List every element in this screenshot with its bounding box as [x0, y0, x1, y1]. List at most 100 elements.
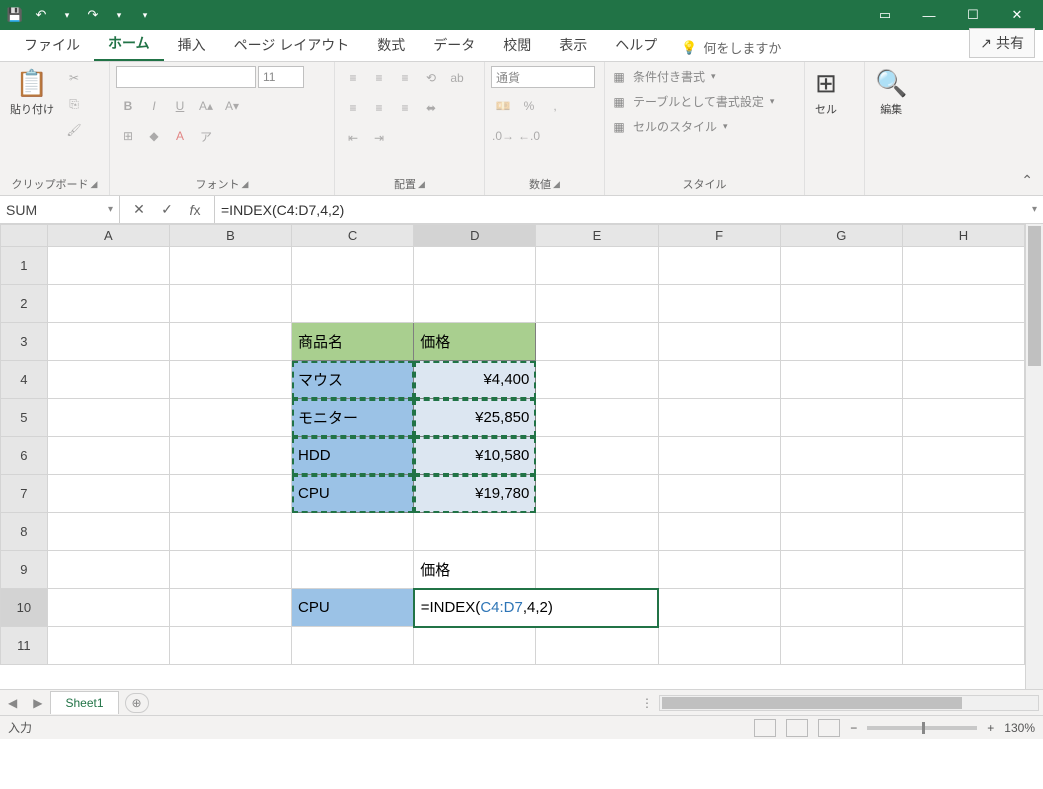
bold-button[interactable]: B [116, 94, 140, 118]
format-as-table-button[interactable]: ▦テーブルとして書式設定▾ [611, 91, 774, 112]
chevron-down-icon[interactable]: ▾ [108, 204, 113, 215]
zoom-level[interactable]: 130% [1004, 721, 1035, 735]
paste-button[interactable]: 📋貼り付け [6, 66, 58, 119]
zoom-out-icon[interactable]: − [850, 721, 857, 735]
comma-icon[interactable]: , [543, 94, 567, 118]
borders-button[interactable]: ⊞ [116, 124, 140, 148]
row-header[interactable]: 10 [1, 589, 48, 627]
formula-bar[interactable]: =INDEX(C4:D7,4,2)▾ [215, 196, 1043, 223]
col-header-e[interactable]: E [536, 225, 658, 247]
align-middle-icon[interactable]: ≡ [367, 66, 391, 90]
copy-icon[interactable]: ⎘ [62, 92, 86, 116]
dialog-launcher-icon[interactable]: ◢ [418, 179, 425, 190]
ribbon-options-icon[interactable]: ▭ [865, 1, 905, 29]
percent-icon[interactable]: % [517, 94, 541, 118]
confirm-edit-icon[interactable]: ✓ [156, 201, 178, 218]
dialog-launcher-icon[interactable]: ◢ [553, 179, 560, 190]
select-all-corner[interactable] [1, 225, 48, 247]
align-bottom-icon[interactable]: ≡ [393, 66, 417, 90]
page-break-view-icon[interactable] [818, 719, 840, 737]
cell-c6[interactable]: HDD [292, 437, 414, 475]
tab-review[interactable]: 校閲 [489, 29, 545, 61]
tab-view[interactable]: 表示 [545, 29, 601, 61]
wrap-text-icon[interactable]: ab [445, 66, 469, 90]
col-header-b[interactable]: B [169, 225, 291, 247]
cell-c3[interactable]: 商品名 [292, 323, 414, 361]
share-button[interactable]: ↗共有 [969, 28, 1035, 58]
cell-d3[interactable]: 価格 [414, 323, 536, 361]
qat-customize-icon[interactable]: ▾ [136, 6, 154, 24]
fx-icon[interactable]: fx [184, 202, 206, 218]
col-header-d[interactable]: D [414, 225, 536, 247]
grid[interactable]: A B C D E F G H 1 2 3商品名価格 4マウス¥4,400 5モ… [0, 224, 1025, 689]
cell-c5[interactable]: モニター [292, 399, 414, 437]
row-header[interactable]: 3 [1, 323, 48, 361]
cell-d7[interactable]: ¥19,780 [414, 475, 536, 513]
format-painter-icon[interactable]: 🖌 [62, 118, 86, 142]
row-header[interactable]: 11 [1, 627, 48, 665]
sheet-nav-prev-icon[interactable]: ◀ [0, 696, 25, 710]
row-header[interactable]: 7 [1, 475, 48, 513]
cell-d5[interactable]: ¥25,850 [414, 399, 536, 437]
zoom-in-icon[interactable]: + [987, 721, 994, 735]
row-header[interactable]: 8 [1, 513, 48, 551]
vertical-scrollbar[interactable] [1025, 224, 1043, 689]
undo-dropdown-icon[interactable]: ▾ [58, 6, 76, 24]
cell-d6[interactable]: ¥10,580 [414, 437, 536, 475]
sheet-tab[interactable]: Sheet1 [50, 691, 118, 714]
tab-home[interactable]: ホーム [94, 27, 164, 61]
name-box[interactable]: SUM▾ [0, 196, 120, 223]
align-center-icon[interactable]: ≡ [367, 96, 391, 120]
cells-button[interactable]: ⊞セル [811, 66, 841, 119]
increase-indent-icon[interactable]: ⇥ [367, 126, 391, 150]
fill-color-button[interactable]: ◆ [142, 124, 166, 148]
cut-icon[interactable]: ✂ [62, 66, 86, 90]
save-icon[interactable]: 💾 [6, 6, 24, 24]
col-header-c[interactable]: C [292, 225, 414, 247]
tab-file[interactable]: ファイル [10, 29, 94, 61]
cell-c4[interactable]: マウス [292, 361, 414, 399]
conditional-formatting-button[interactable]: ▦条件付き書式▾ [611, 66, 716, 87]
increase-decimal-icon[interactable]: .0→ [491, 124, 515, 148]
tab-page-layout[interactable]: ページ レイアウト [220, 29, 364, 61]
font-size-combo[interactable]: 11 [258, 66, 304, 88]
font-color-button[interactable]: A [168, 124, 192, 148]
close-icon[interactable]: ✕ [997, 1, 1037, 29]
accounting-format-icon[interactable]: 💴 [491, 94, 515, 118]
page-layout-view-icon[interactable] [786, 719, 808, 737]
tab-help[interactable]: ヘルプ [601, 29, 671, 61]
align-left-icon[interactable]: ≡ [341, 96, 365, 120]
shrink-font-button[interactable]: A▾ [220, 94, 244, 118]
merge-icon[interactable]: ⬌ [419, 96, 443, 120]
horizontal-scrollbar[interactable] [659, 695, 1039, 711]
scrollbar-thumb[interactable] [1028, 226, 1041, 366]
zoom-slider[interactable] [867, 726, 977, 730]
col-header-g[interactable]: G [780, 225, 902, 247]
dialog-launcher-icon[interactable]: ◢ [91, 179, 98, 190]
italic-button[interactable]: I [142, 94, 166, 118]
undo-icon[interactable]: ↶ [32, 6, 50, 24]
editing-button[interactable]: 🔍編集 [871, 66, 911, 119]
row-header[interactable]: 4 [1, 361, 48, 399]
collapse-ribbon-icon[interactable]: ⌃ [1011, 166, 1043, 195]
sheet-nav-next-icon[interactable]: ▶ [25, 696, 50, 710]
minimize-icon[interactable]: — [909, 1, 949, 29]
redo-dropdown-icon[interactable]: ▾ [110, 6, 128, 24]
cell-c10[interactable]: CPU [292, 589, 414, 627]
col-header-f[interactable]: F [658, 225, 780, 247]
tab-insert[interactable]: 挿入 [164, 29, 220, 61]
col-header-a[interactable]: A [47, 225, 169, 247]
orientation-icon[interactable]: ⟲ [419, 66, 443, 90]
grow-font-button[interactable]: A▴ [194, 94, 218, 118]
cell-d9[interactable]: 価格 [414, 551, 536, 589]
align-top-icon[interactable]: ≡ [341, 66, 365, 90]
new-sheet-button[interactable]: ⊕ [125, 693, 149, 713]
row-header[interactable]: 9 [1, 551, 48, 589]
underline-button[interactable]: U [168, 94, 192, 118]
row-header[interactable]: 5 [1, 399, 48, 437]
scrollbar-thumb[interactable] [662, 697, 962, 709]
redo-icon[interactable]: ↷ [84, 6, 102, 24]
cell-d10-editing[interactable]: =INDEX(C4:D7,4,2) [414, 589, 658, 627]
row-header[interactable]: 2 [1, 285, 48, 323]
tab-data[interactable]: データ [419, 29, 489, 61]
